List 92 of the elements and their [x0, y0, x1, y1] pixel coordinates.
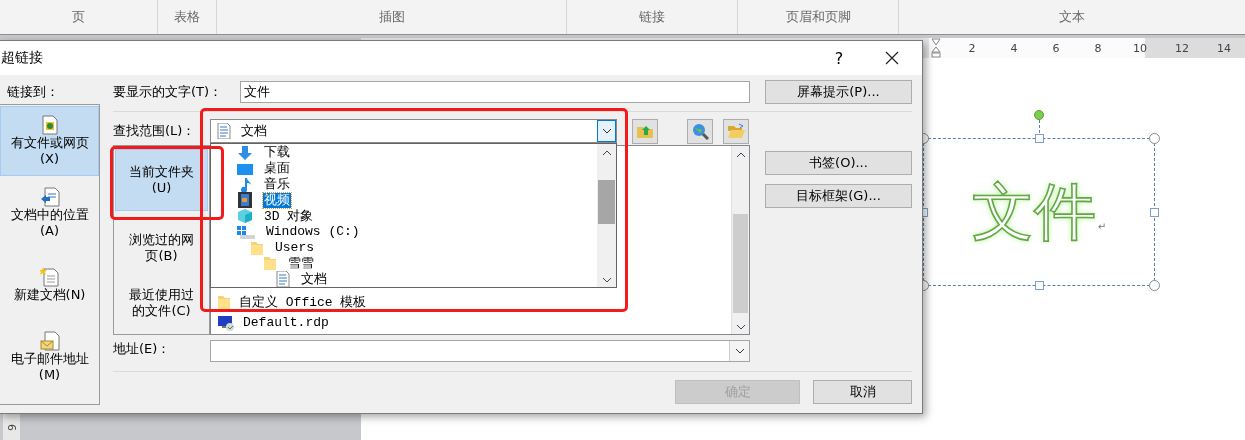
- ruler-number: 12: [1174, 41, 1190, 55]
- ruler-number: 6: [1051, 41, 1061, 55]
- ribbon-group-label: 插图: [378, 8, 405, 26]
- source-item[interactable]: 当前文件夹(U): [115, 149, 208, 211]
- dropdown-button[interactable]: [597, 120, 616, 142]
- address-field[interactable]: [210, 340, 750, 362]
- scroll-thumb[interactable]: [598, 180, 615, 224]
- scroll-up-icon: [735, 152, 746, 158]
- ruler-number: 2: [967, 41, 977, 55]
- rotate-stem: [1039, 120, 1040, 133]
- new-document-icon: [39, 267, 60, 287]
- document-arrow-icon: [39, 187, 60, 207]
- folder-icon: [250, 239, 264, 256]
- resize-handle[interactable]: [1150, 208, 1159, 217]
- field-label: 地址(E)：: [113, 339, 172, 358]
- scrollbar[interactable]: [731, 146, 749, 334]
- dropdown-option[interactable]: 3D 对象: [263, 208, 315, 224]
- monitor-icon: [217, 314, 235, 331]
- word-art-text: 文件: [971, 176, 1096, 248]
- dropdown-option[interactable]: 雪雪: [287, 255, 315, 271]
- side-button[interactable]: 书签(O)...: [765, 151, 912, 175]
- file-item[interactable]: Default.rdp: [243, 315, 329, 330]
- ribbon-group-label: 表格: [174, 8, 200, 26]
- source-item[interactable]: 浏览过的网页(B): [115, 220, 208, 276]
- scroll-up-icon: [601, 150, 612, 156]
- document-globe-icon: [40, 115, 59, 135]
- field-label: 链接到：: [6, 83, 60, 101]
- rotate-handle[interactable]: [1034, 110, 1044, 120]
- folder-up-arrow-icon: [636, 123, 654, 139]
- scroll-thumb[interactable]: [733, 214, 748, 313]
- place-label: 电子邮件地址: [10, 351, 89, 367]
- place-label: 新建文档(N): [13, 287, 86, 303]
- dropdown-option[interactable]: 视频: [263, 192, 291, 208]
- place-item[interactable]: 新建文档(N): [0, 250, 99, 320]
- ruler-number: 6: [5, 424, 18, 431]
- field-label: 要显示的文字(T)：: [113, 83, 224, 101]
- file-item[interactable]: 自定义 Office 模板: [239, 292, 367, 311]
- paragraph-mark: ↵: [1097, 221, 1107, 232]
- dropdown-option[interactable]: 音乐: [263, 177, 291, 192]
- chevron-down-icon: [601, 128, 612, 134]
- resize-handle[interactable]: [1149, 133, 1160, 144]
- ruler-number: 14: [1216, 41, 1232, 55]
- display-text-field[interactable]: 文件: [240, 81, 750, 103]
- dropdown-option[interactable]: 文档: [300, 271, 328, 287]
- film-icon: [237, 192, 253, 209]
- scrollbar[interactable]: [597, 144, 616, 287]
- down-arrow-icon: [237, 144, 253, 161]
- dropdown-option[interactable]: 下载: [263, 145, 291, 161]
- document-icon: [217, 123, 231, 139]
- window-title: 超链接: [1, 49, 44, 67]
- resize-handle[interactable]: [1035, 134, 1044, 143]
- open-folder-button[interactable]: [723, 118, 749, 144]
- side-button[interactable]: 目标框架(G)...: [765, 184, 912, 208]
- screentip-button[interactable]: 屏幕提示(P)...: [765, 80, 912, 104]
- access-key: (A): [39, 223, 59, 239]
- dropdown-value: 文档: [241, 122, 268, 140]
- cube-icon: [237, 208, 253, 225]
- dropdown-option[interactable]: 桌面: [263, 161, 291, 177]
- access-key: (M): [38, 367, 61, 383]
- help-button[interactable]: ?: [828, 43, 850, 73]
- chevron-down-icon: [734, 348, 745, 354]
- folder-icon: [217, 293, 231, 310]
- drive-icon: [237, 224, 255, 239]
- ribbon-group-label: 页眉和页脚: [785, 8, 851, 26]
- place-label: 文档中的位置: [10, 207, 89, 223]
- access-key: (X): [39, 151, 60, 167]
- place-item[interactable]: 有文件或网页 (X): [0, 106, 99, 176]
- scroll-down-icon: [601, 277, 612, 283]
- folder-icon: [263, 255, 277, 272]
- scroll-down-icon: [735, 324, 746, 330]
- ruler-number: 4: [1009, 41, 1019, 55]
- ribbon-group-label: 页: [72, 8, 85, 26]
- cancel-button[interactable]: 取消: [813, 380, 912, 404]
- place-item[interactable]: 文档中的位置 (A): [0, 178, 99, 248]
- dropdown-option[interactable]: Users: [274, 240, 315, 255]
- dropdown-option[interactable]: Windows (C:): [265, 224, 361, 240]
- document-envelope-icon: [39, 331, 60, 351]
- ruler-number: 10: [1132, 41, 1148, 55]
- globe-magnifier-icon: [691, 122, 709, 140]
- place-item[interactable]: 电子邮件地址 (M): [0, 322, 99, 392]
- ribbon-group-label: 文本: [1059, 8, 1085, 26]
- ruler-number: 8: [1093, 41, 1103, 55]
- place-label: 有文件或网页: [10, 135, 89, 151]
- web-search-button[interactable]: [687, 118, 713, 144]
- close-icon: [885, 51, 899, 65]
- resize-handle[interactable]: [1149, 280, 1160, 291]
- source-item[interactable]: 最近使用过的文件(C): [115, 275, 208, 331]
- resize-handle[interactable]: [1035, 281, 1044, 290]
- up-folder-button[interactable]: [632, 118, 658, 144]
- field-label: 查找范围(L)：: [113, 122, 197, 140]
- ribbon-group-label: 链接: [639, 8, 665, 26]
- open-folder-icon: [727, 123, 745, 139]
